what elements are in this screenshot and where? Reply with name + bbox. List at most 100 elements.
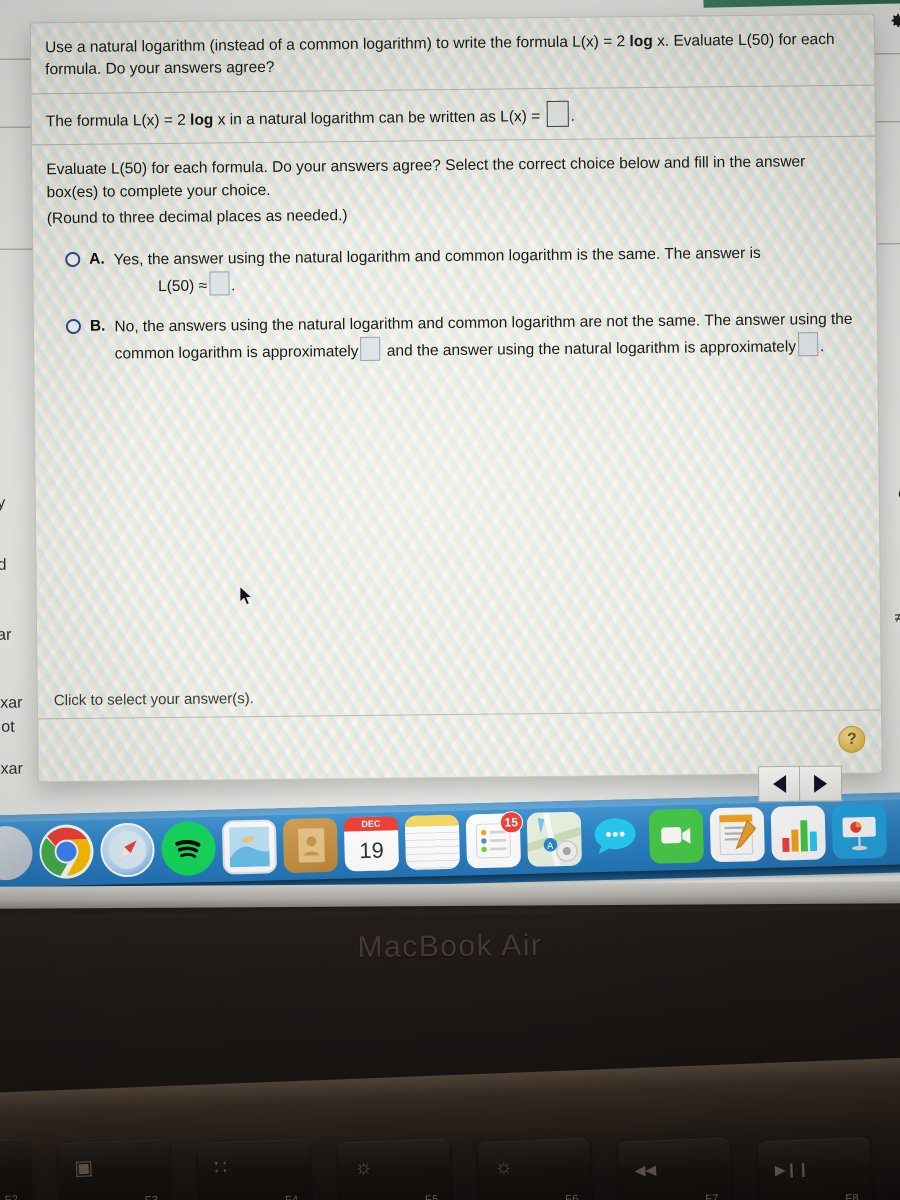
- formula-text-part2: x in a natural logarithm can be written …: [213, 108, 545, 129]
- choice-a[interactable]: A. Yes, the answer using the natural log…: [47, 241, 854, 300]
- key-f3[interactable]: ▣ F3: [57, 1138, 173, 1200]
- bg-fragment-left-6: Not: [0, 718, 15, 736]
- click-to-select-hint: Click to select your answer(s).: [53, 690, 255, 710]
- next-button[interactable]: [799, 765, 843, 802]
- help-button[interactable]: ?: [838, 725, 866, 753]
- calendar-day-label: 19: [359, 837, 385, 864]
- formula-text-part1: The formula L(x) = 2: [45, 111, 191, 131]
- calendar-month-label: DEC: [343, 816, 399, 832]
- nav-button-group: [757, 765, 843, 803]
- dock-item-chrome[interactable]: [38, 823, 95, 880]
- key-f6[interactable]: ☼ F6: [477, 1137, 593, 1200]
- reminders-badge-count: 15: [499, 811, 524, 834]
- chrome-icon: [41, 827, 91, 876]
- key-label: F8: [845, 1192, 860, 1200]
- choice-a-value-label: L(50) ≈: [157, 277, 208, 295]
- bg-fragment-left-3: nd: [0, 556, 7, 574]
- prompt-log-keyword: log: [629, 32, 653, 51]
- choice-b-sentence-2: and the answer using the natural logarit…: [386, 338, 797, 360]
- dock-item-contacts[interactable]: [282, 817, 339, 874]
- page-green-banner: [703, 0, 900, 8]
- instructions-block: Evaluate L(50) for each formula. Do your…: [32, 137, 877, 368]
- maps-icon: A: [526, 811, 583, 867]
- dock-item-notes[interactable]: [404, 814, 461, 871]
- key-f5[interactable]: ☼ F5: [337, 1138, 453, 1200]
- choice-b-period: .: [819, 338, 825, 356]
- key-label: F7: [705, 1192, 720, 1200]
- dock-item-spotify[interactable]: [160, 820, 217, 877]
- instructions-line-1: Evaluate L(50) for each formula. Do your…: [46, 153, 806, 201]
- key-f2[interactable]: ☼ F2: [0, 1138, 32, 1200]
- dock-item-keynote[interactable]: [831, 803, 887, 860]
- rewind-icon: ◀◀: [634, 1161, 657, 1179]
- bg-fragment-left-7: Exar: [0, 760, 23, 778]
- launchpad-icon: ∷: [213, 1156, 228, 1180]
- keyboard-backlight-down-icon: ☼: [353, 1156, 374, 1179]
- dock-item-photos[interactable]: [221, 819, 278, 875]
- mission-control-icon: ▣: [73, 1156, 94, 1180]
- numbers-chart-icon: [774, 809, 822, 857]
- choice-list: A. Yes, the answer using the natural log…: [47, 241, 855, 368]
- radio-choice-a[interactable]: [65, 251, 81, 267]
- key-label: F2: [5, 1194, 19, 1200]
- prompt-text-part1: Use a natural logarithm (instead of a co…: [44, 33, 630, 57]
- keynote-icon: [842, 816, 876, 851]
- choice-a-period: .: [230, 277, 236, 295]
- prev-arrow-icon: [772, 774, 786, 794]
- facetime-camera-icon: [661, 827, 691, 844]
- choice-a-sentence: Yes, the answer using the natural logari…: [113, 244, 761, 269]
- formula-log-keyword: log: [190, 111, 214, 129]
- contacts-book-icon: [298, 828, 325, 863]
- bg-fragment-left-4: xar: [0, 626, 12, 644]
- spotify-icon: [175, 840, 201, 858]
- dock-item-calendar[interactable]: DEC 19: [343, 816, 400, 872]
- gear-icon[interactable]: [887, 11, 900, 31]
- prev-button[interactable]: [757, 765, 801, 803]
- dock-item-safari[interactable]: [99, 822, 156, 878]
- dock-item-reminders[interactable]: 15: [465, 811, 524, 869]
- modal-content: Use a natural logarithm (instead of a co…: [30, 14, 878, 368]
- dock-item-maps[interactable]: A: [526, 811, 583, 867]
- dock-item-finder[interactable]: [0, 825, 34, 881]
- footer-divider: [38, 709, 882, 720]
- screenshot-root: MacBook Air ☼ F2 ▣ F3 ∷ F4 ☼ F5 ☼ F6 ◀◀ …: [0, 0, 900, 1200]
- formula-text-end: .: [570, 107, 575, 125]
- key-label: F6: [564, 1193, 580, 1200]
- key-f7[interactable]: ◀◀ F7: [617, 1137, 733, 1200]
- choice-b-letter: B.: [89, 317, 106, 335]
- dock-item-messages[interactable]: [588, 810, 643, 865]
- exercise-modal: Use a natural logarithm (instead of a co…: [29, 13, 883, 783]
- choice-b[interactable]: B. No, the answers using the natural log…: [48, 308, 855, 367]
- messages-bubble-icon: [594, 818, 636, 855]
- choice-a-text: Yes, the answer using the natural logari…: [114, 241, 855, 300]
- choice-a-letter: A.: [89, 250, 105, 268]
- radio-choice-b[interactable]: [65, 318, 82, 334]
- mouse-cursor-icon: [239, 585, 254, 606]
- bg-fragment-left-2: dy: [0, 494, 6, 512]
- dock-item-pages[interactable]: [709, 806, 765, 863]
- key-f4[interactable]: ∷ F4: [197, 1138, 313, 1200]
- dock-item-facetime[interactable]: [648, 808, 704, 864]
- laptop-screen: id dy nd xar Exar Not Exar or ≠ ( Relate…: [0, 0, 900, 900]
- choice-b-text: No, the answers using the natural logari…: [114, 308, 855, 367]
- choice-b-natural-log-input[interactable]: [797, 332, 819, 357]
- pages-icon: [718, 814, 757, 856]
- formula-answer-input[interactable]: [546, 100, 569, 128]
- formula-statement-row: The formula L(x) = 2 log x in a natural …: [31, 85, 876, 146]
- instructions-line-2: (Round to three decimal places as needed…: [46, 207, 348, 228]
- choice-a-answer-input[interactable]: [208, 271, 230, 296]
- choice-b-common-log-input[interactable]: [360, 336, 381, 361]
- key-label: F3: [145, 1194, 159, 1200]
- bg-fragment-left-5: Exar: [0, 694, 23, 712]
- next-arrow-icon: [814, 774, 828, 793]
- key-f8[interactable]: ▶❙❙ F8: [757, 1137, 873, 1200]
- photos-stamp-icon: [229, 826, 270, 868]
- safari-compass-icon: [108, 831, 147, 869]
- svg-text:A: A: [547, 841, 554, 852]
- dock-item-numbers[interactable]: [770, 805, 826, 861]
- key-label: F5: [424, 1193, 439, 1200]
- play-pause-icon: ▶❙❙: [774, 1160, 810, 1178]
- question-prompt: Use a natural logarithm (instead of a co…: [30, 14, 875, 95]
- key-label: F4: [285, 1194, 299, 1200]
- keyboard-backlight-up-icon: ☼: [494, 1155, 514, 1179]
